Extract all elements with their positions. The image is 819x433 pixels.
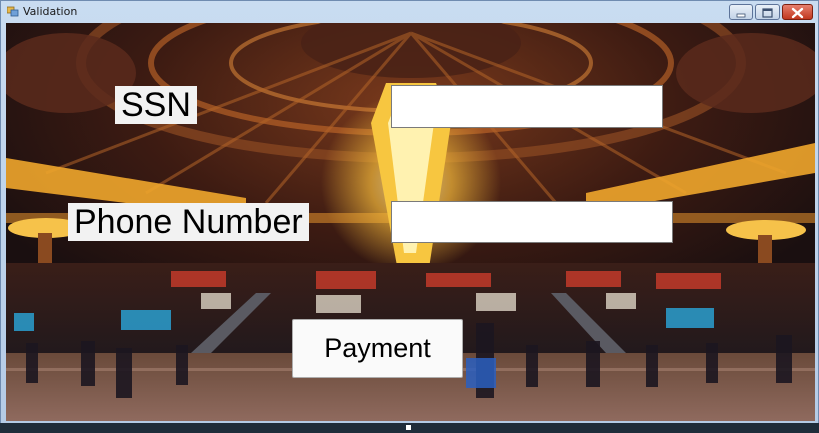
ssn-label: SSN xyxy=(115,86,197,124)
app-icon xyxy=(7,6,19,17)
window-title: Validation xyxy=(23,5,78,18)
close-icon xyxy=(791,7,804,19)
maximize-button[interactable] xyxy=(755,4,780,20)
minimize-button[interactable] xyxy=(729,4,753,20)
phone-number-label: Phone Number xyxy=(68,203,309,241)
title-bar[interactable]: Validation xyxy=(1,1,818,23)
payment-button[interactable]: Payment xyxy=(292,319,463,378)
ssn-input[interactable] xyxy=(391,85,663,128)
close-button[interactable] xyxy=(782,4,813,20)
taskbar-indicator xyxy=(406,425,411,430)
form-client-area: SSN Phone Number Payment xyxy=(6,23,815,421)
phone-number-input[interactable] xyxy=(391,201,673,243)
minimize-icon xyxy=(736,13,746,18)
application-window: Validation SSN Phone Number Payment xyxy=(0,0,819,433)
taskbar-strip xyxy=(0,423,819,433)
maximize-icon xyxy=(762,8,773,18)
